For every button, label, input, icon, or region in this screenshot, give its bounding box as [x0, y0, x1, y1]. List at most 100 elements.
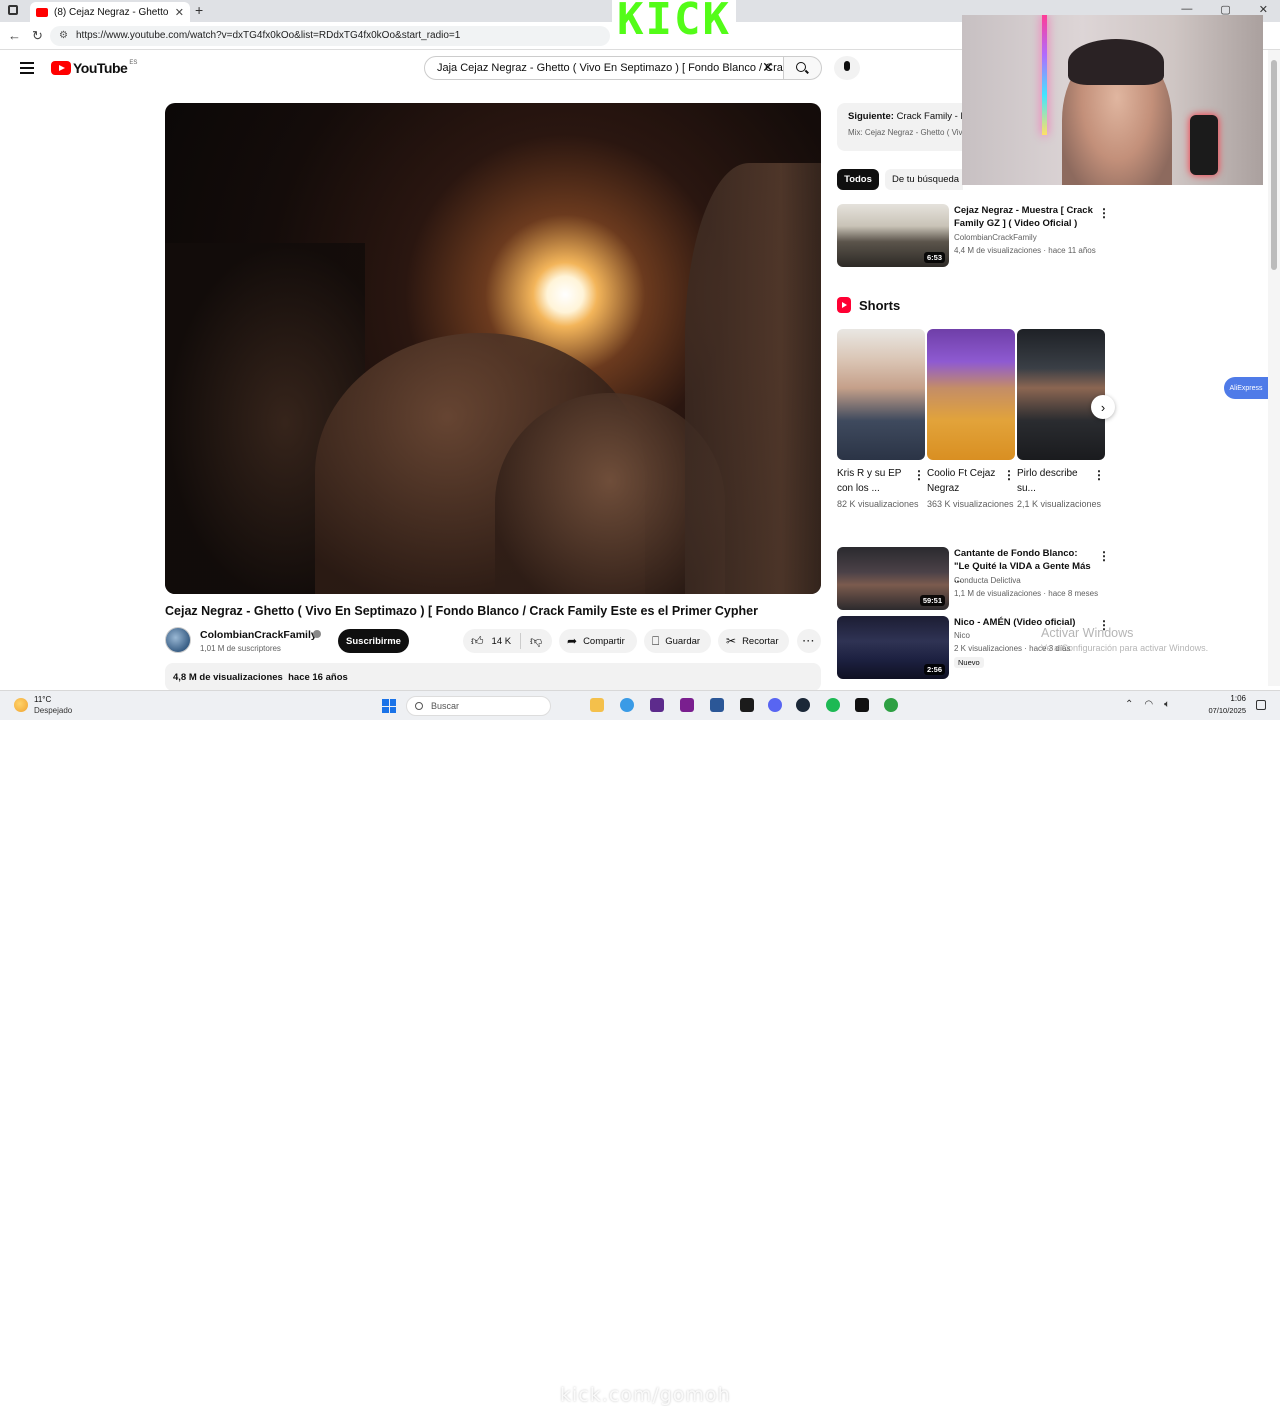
- system-tray: ⌃ ◠ 🔈︎: [1125, 699, 1170, 710]
- chip-all[interactable]: Todos: [837, 169, 879, 190]
- microphone-icon: [844, 61, 850, 71]
- like-button[interactable]: 👍︎ 14 K: [463, 633, 521, 649]
- address-bar[interactable]: ⚙ https://www.youtube.com/watch?v=dxTG4f…: [50, 26, 610, 46]
- channel-name[interactable]: ColombianCrackFamily: [200, 629, 317, 641]
- voice-search-button[interactable]: [834, 56, 860, 80]
- recommendation-item[interactable]: 59:51 Cantante de Fondo Blanco: "Le Quit…: [837, 547, 1110, 611]
- search-input[interactable]: Jaja Cejaz Negraz - Ghetto ( Vivo En Sep…: [424, 56, 784, 80]
- more-options-icon[interactable]: ⋮: [1093, 468, 1105, 482]
- short-title[interactable]: Coolio Ft Cejaz Negraz: [927, 466, 997, 496]
- tiktok-icon[interactable]: [855, 698, 869, 712]
- short-views: 2,1 K visualizaciones: [1017, 499, 1102, 509]
- clear-search-icon[interactable]: ✕: [762, 59, 774, 76]
- up-next-title: Crack Family - M: [896, 111, 963, 122]
- short-thumbnail[interactable]: [837, 329, 925, 460]
- video-title[interactable]: Cejaz Negraz - Muestra [ Crack Family GZ…: [954, 204, 1094, 230]
- video-thumbnail[interactable]: 6:53: [837, 204, 949, 267]
- activate-windows-subtitle: Ve a Configuración para activar Windows.: [1041, 643, 1209, 653]
- edge-browser-icon[interactable]: [620, 698, 634, 712]
- short-item[interactable]: Kris R y su EP con los ... 82 K visualiz…: [837, 329, 925, 511]
- app-icon[interactable]: [650, 698, 664, 712]
- youtube-logo[interactable]: YouTube ES: [51, 60, 137, 76]
- short-views: 363 K visualizaciones: [927, 499, 1014, 509]
- site-info-icon[interactable]: ⚙: [59, 30, 68, 41]
- subscribe-button[interactable]: Suscribirme: [338, 629, 409, 653]
- steam-icon[interactable]: [796, 698, 810, 712]
- taskbar-search[interactable]: Buscar: [406, 696, 551, 716]
- app-icon[interactable]: [740, 698, 754, 712]
- upload-age: hace 16 años: [288, 672, 348, 683]
- wifi-icon[interactable]: ◠: [1144, 699, 1153, 710]
- recommendation-item[interactable]: 6:53 Cejaz Negraz - Muestra [ Crack Fami…: [837, 204, 1110, 268]
- tab-close-icon[interactable]: ✕: [175, 6, 184, 19]
- clock-time[interactable]: 1:06: [1226, 694, 1246, 703]
- scrollbar-thumb[interactable]: [1271, 60, 1277, 270]
- more-options-icon[interactable]: ⋮: [1098, 549, 1110, 563]
- channel-name[interactable]: Conducta Delictiva: [954, 576, 1021, 585]
- kick-logo: KICK: [612, 0, 736, 42]
- video-thumbnail[interactable]: 59:51: [837, 547, 949, 610]
- video-player[interactable]: [165, 103, 821, 594]
- search-button[interactable]: [784, 56, 822, 80]
- webcam-overlay: [962, 15, 1263, 185]
- short-item[interactable]: Pirlo describe su... 2,1 K visualizacion…: [1017, 329, 1105, 511]
- up-next-panel[interactable]: Siguiente: Crack Family - M Mix: Cejaz N…: [837, 103, 963, 151]
- short-title[interactable]: Kris R y su EP con los ...: [837, 466, 907, 496]
- video-thumbnail[interactable]: 2:56: [837, 616, 949, 679]
- activate-windows-title: Activar Windows: [1041, 626, 1134, 640]
- channel-avatar[interactable]: [165, 627, 191, 653]
- video-frame-figure: [685, 163, 821, 594]
- clip-button[interactable]: ✂ Recortar: [718, 629, 789, 653]
- share-button[interactable]: ➦ Compartir: [559, 629, 637, 653]
- youtube-header: YouTube ES Jaja Cejaz Negraz - Ghetto ( …: [0, 50, 962, 90]
- short-title[interactable]: Pirlo describe su...: [1017, 466, 1087, 496]
- file-explorer-icon[interactable]: [590, 698, 604, 712]
- short-views: 82 K visualizaciones: [837, 499, 919, 509]
- video-duration: 2:56: [923, 664, 945, 675]
- channel-name[interactable]: ColombianCrackFamily: [954, 233, 1037, 242]
- back-button[interactable]: ←: [8, 28, 21, 43]
- description-box[interactable]: 4,8 M de visualizaciones hace 16 años: [165, 663, 821, 691]
- tray-chevron-icon[interactable]: ⌃: [1125, 699, 1133, 710]
- page-scrollbar[interactable]: [1268, 50, 1280, 686]
- discord-icon[interactable]: [768, 698, 782, 712]
- reload-button[interactable]: ↻: [32, 28, 43, 44]
- verified-badge-icon: [313, 630, 321, 638]
- hamburger-menu-icon[interactable]: [20, 62, 34, 74]
- more-options-icon[interactable]: ⋮: [1098, 206, 1110, 220]
- up-next-label: Siguiente:: [848, 111, 894, 122]
- dislike-button[interactable]: 👎︎: [521, 634, 542, 649]
- short-item[interactable]: Coolio Ft Cejaz Negraz 363 K visualizaci…: [927, 329, 1015, 511]
- search-icon: [796, 62, 806, 72]
- aliexpress-extension-tab[interactable]: AliExpress: [1224, 377, 1268, 399]
- weather-sun-icon[interactable]: [14, 698, 28, 712]
- new-tab-button[interactable]: +: [195, 2, 203, 18]
- share-arrow-icon: ➦: [567, 634, 578, 648]
- volume-icon[interactable]: 🔈︎: [1164, 699, 1170, 710]
- shorts-section-header: Shorts: [837, 297, 900, 313]
- app-icon[interactable]: [710, 698, 724, 712]
- more-actions-button[interactable]: ···: [797, 629, 821, 653]
- tab-search-icon[interactable]: [8, 5, 18, 15]
- video-duration: 59:51: [919, 595, 945, 606]
- video-meta: 1,1 M de visualizaciones · hace 8 meses: [954, 589, 1099, 598]
- weather-temperature[interactable]: 11°C: [34, 695, 51, 704]
- kick-watermark: kick.com/gomoh: [560, 1384, 731, 1406]
- app-icon[interactable]: [680, 698, 694, 712]
- save-button[interactable]: ⎕ Guardar: [644, 629, 711, 653]
- browser-tab-active[interactable]: (8) Cejaz Negraz - Ghetto ( V ✕: [30, 2, 190, 22]
- clip-label: Recortar: [742, 635, 779, 647]
- chip-from-search[interactable]: De tu búsqueda: [885, 169, 963, 190]
- short-thumbnail[interactable]: [927, 329, 1015, 460]
- chrome-icon[interactable]: [884, 698, 898, 712]
- spotify-icon[interactable]: [826, 698, 840, 712]
- short-thumbnail[interactable]: [1017, 329, 1105, 460]
- clock-date[interactable]: 07/10/2025: [1196, 706, 1246, 715]
- notifications-icon[interactable]: [1256, 700, 1266, 710]
- windows-start-icon[interactable]: [382, 699, 396, 713]
- more-options-icon[interactable]: ⋮: [1003, 468, 1015, 482]
- channel-name[interactable]: Nico: [954, 631, 970, 640]
- like-dislike-group: 👍︎ 14 K 👎︎: [463, 629, 552, 653]
- shorts-next-arrow-icon[interactable]: ›: [1091, 395, 1115, 419]
- more-options-icon[interactable]: ⋮: [913, 468, 925, 482]
